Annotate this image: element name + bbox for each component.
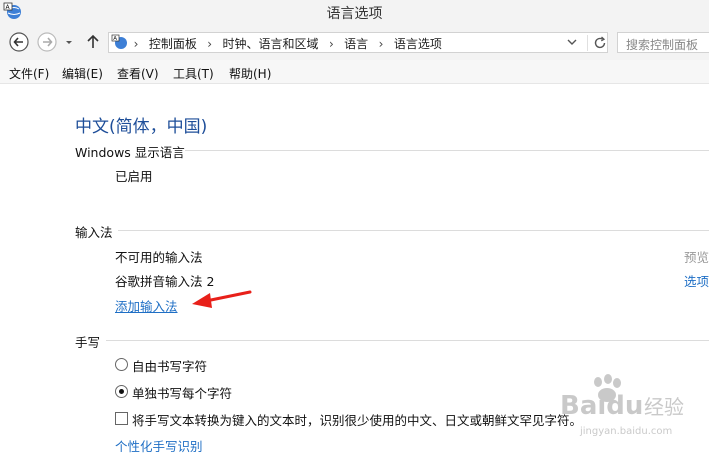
breadcrumb-separator-icon[interactable]: › [376,37,386,51]
input-method-header: 输入法 [75,225,113,240]
menu-tools[interactable]: 工具(T) [173,65,214,82]
menu-help[interactable]: 帮助(H) [229,65,271,82]
address-dropdown-chevron-icon[interactable] [566,36,578,48]
handwriting-header: 手写 [75,335,101,350]
radio-single-character-label: 单独书写每个字符 [132,386,233,401]
breadcrumb-separator-icon[interactable]: › [205,37,215,51]
title-bar: A 语言选项 [0,0,709,26]
watermark-url: jingyan.baidu.com [579,426,672,437]
up-arrow-icon[interactable] [84,31,102,53]
breadcrumb-language[interactable]: 语言 [344,37,368,51]
display-language-status: 已启用 [115,169,153,184]
svg-text:A: A [113,36,117,42]
window-title: 语言选项 [326,6,383,22]
section-divider [118,230,709,231]
radio-single-character[interactable] [115,385,128,398]
breadcrumb-clock-language-region[interactable]: 时钟、语言和区域 [223,37,319,51]
menu-file[interactable]: 文件(F) [9,65,49,82]
breadcrumb-separator-icon[interactable]: › [326,37,336,51]
navigation-bar: A › 控制面板 › 时钟、语言和区域 › 语言 › 语言选项 搜索控制面板 [0,26,709,60]
back-icon[interactable] [8,31,30,53]
section-divider [185,150,709,151]
breadcrumb-language-options[interactable]: 语言选项 [394,37,442,51]
menu-edit[interactable]: 编辑(E) [62,65,103,82]
radio-free-writing-label: 自由书写字符 [132,359,208,374]
forward-icon[interactable] [36,31,58,53]
rare-characters-checkbox[interactable] [115,412,128,425]
personalize-handwriting-link[interactable]: 个性化手写识别 [115,436,203,455]
add-input-method-link[interactable]: 添加输入法 [115,296,178,315]
language-title: 中文(简体，中国) [75,117,208,137]
section-divider [106,340,709,341]
menu-view[interactable]: 查看(V) [117,65,159,82]
breadcrumb-control-panel[interactable]: 控制面板 [149,37,197,51]
control-panel-location-icon: A [111,34,127,49]
radio-selected-dot [119,389,124,394]
preview-link[interactable]: 预览 [684,247,709,266]
watermark-brand: Baidu [560,391,643,421]
breadcrumb-separator-icon[interactable]: › [131,37,141,51]
menu-bar: 文件(F) 编辑(E) 查看(V) 工具(T) 帮助(H) [0,60,709,84]
recent-pages-chevron-icon[interactable] [62,31,76,53]
address-bar[interactable]: A › 控制面板 › 时钟、语言和区域 › 语言 › 语言选项 [108,32,608,53]
search-input[interactable]: 搜索控制面板 [617,32,709,53]
rare-characters-checkbox-label: 将手写文本转换为键入的文本时，识别很少使用的中文、日文或朝鲜文罕见字符。 [132,413,583,428]
baidu-jingyan-watermark: Baidu 经验 jingyan.baidu.com [560,374,684,437]
breadcrumb: › 控制面板 › 时钟、语言和区域 › 语言 › 语言选项 [131,35,446,52]
display-language-header: Windows 显示语言 [75,145,185,160]
input-method-unavailable: 不可用的输入法 [115,250,203,265]
red-arrow-annotation [192,290,252,308]
refresh-icon[interactable] [587,35,608,51]
watermark-suffix: 经验 [644,395,684,419]
radio-free-writing[interactable] [115,358,128,371]
options-link[interactable]: 选项 [684,271,709,290]
